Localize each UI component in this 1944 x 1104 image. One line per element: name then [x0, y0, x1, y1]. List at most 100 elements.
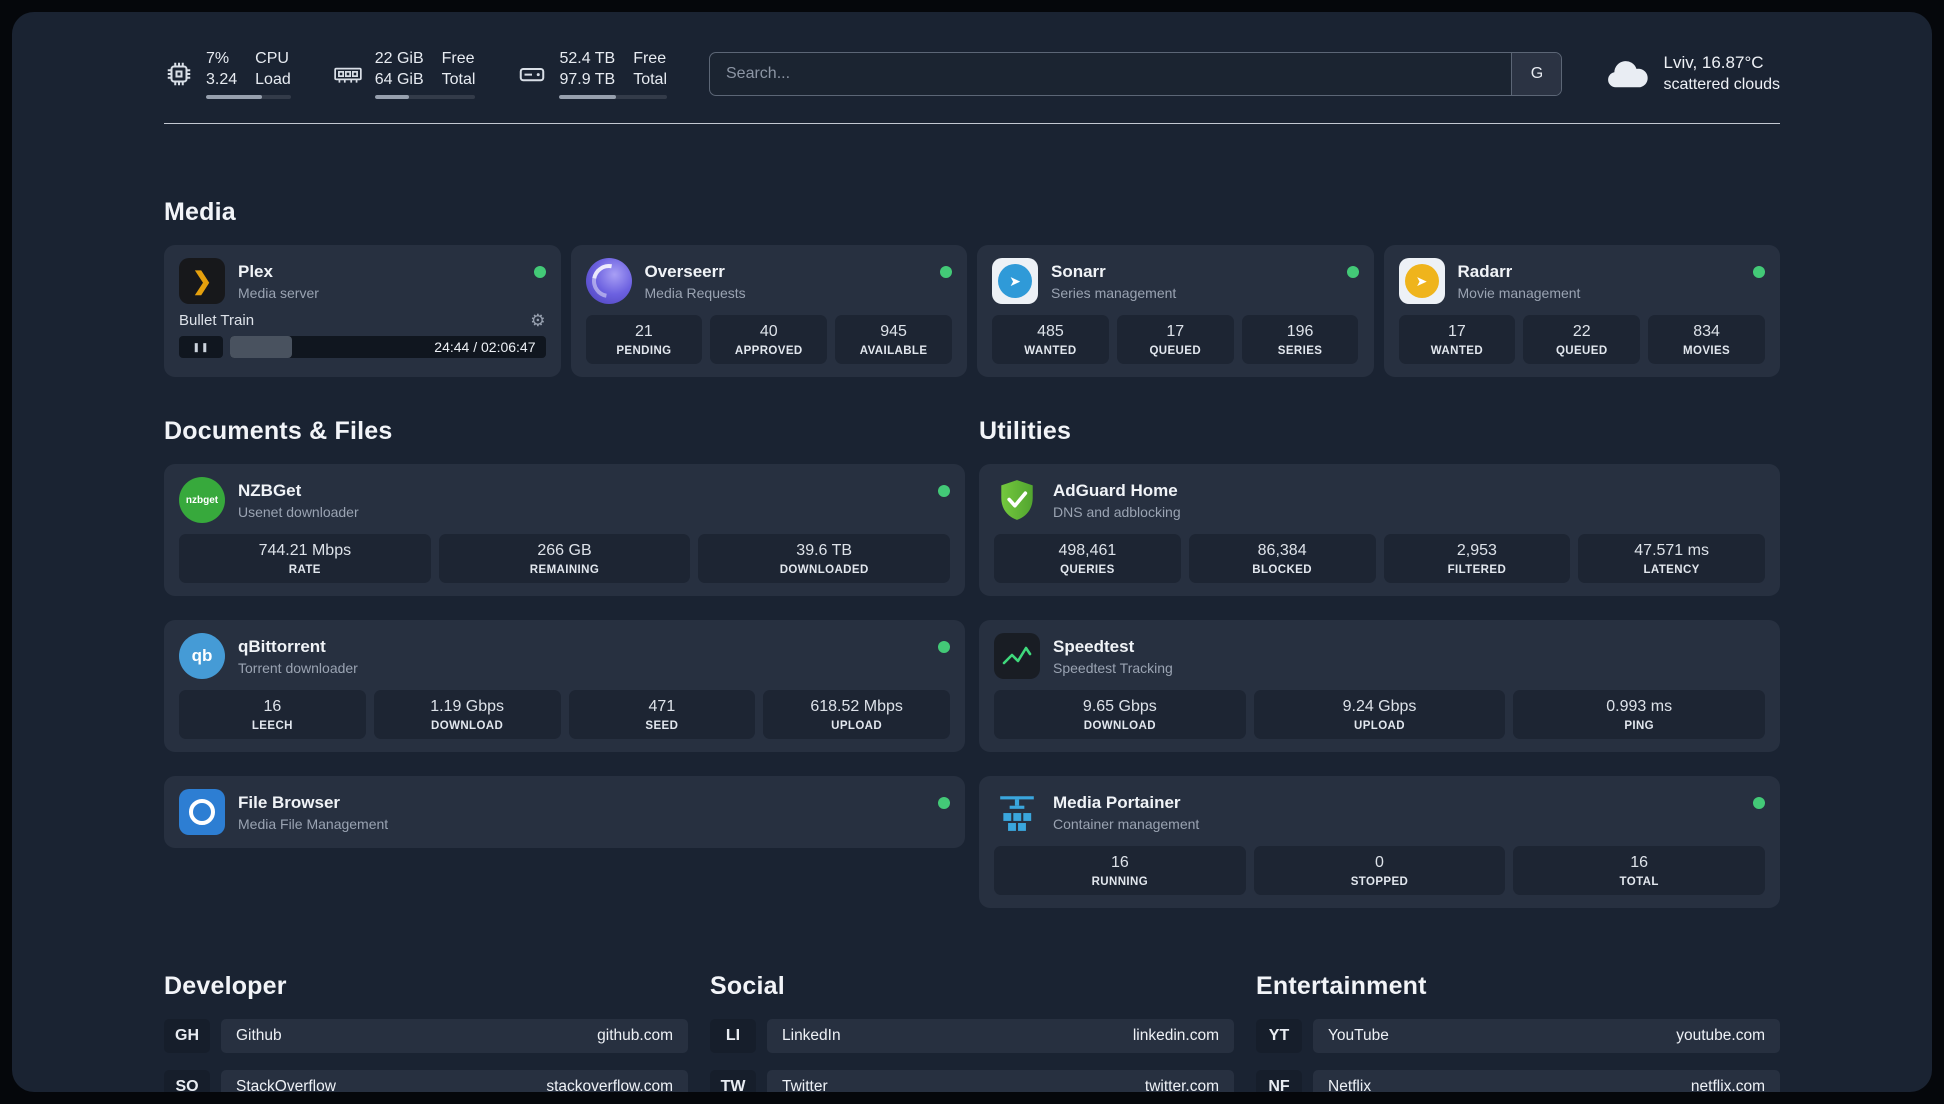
- stats-row: 21 PENDING 40 APPROVED 945 AVAILABLE: [585, 315, 953, 365]
- app-name: Radarr: [1457, 261, 1513, 281]
- disk-metric: 52.4 TB 97.9 TB Free Total: [517, 48, 667, 100]
- stat-label: FILTERED: [1447, 564, 1507, 577]
- stat-label: SERIES: [1277, 345, 1323, 358]
- status-dot: [940, 266, 952, 279]
- app-card-qbittorrent[interactable]: qb qBittorrent Torrent downloader 16 LEE…: [164, 620, 965, 753]
- app-subtitle: Container management: [1053, 815, 1200, 832]
- ram-total-label: Total: [441, 71, 476, 89]
- link-youtube[interactable]: YouTube youtube.com: [1313, 1019, 1780, 1054]
- stats-row: 9.65 Gbps DOWNLOAD 9.24 Gbps UPLOAD 0.99…: [994, 690, 1766, 740]
- ram-metric: 22 GiB 64 GiB Free Total: [333, 48, 476, 100]
- search-engine-button[interactable]: G: [1511, 52, 1562, 95]
- stat-label: RATE: [288, 564, 321, 577]
- status-dot: [938, 641, 950, 654]
- stat-value: 2,953: [1456, 542, 1497, 560]
- app-subtitle: Torrent downloader: [238, 659, 358, 676]
- link-name: LinkedIn: [782, 1027, 841, 1045]
- link-row: SO StackOverflow stackoverflow.com: [164, 1070, 688, 1092]
- link-netflix[interactable]: Netflix netflix.com: [1313, 1070, 1780, 1092]
- stat-value: 9.24 Gbps: [1342, 698, 1417, 716]
- topbar: 7% 3.24 CPU Load 22 GiB 64 GiB Free Tota…: [164, 48, 1780, 100]
- link-row: GH Github github.com: [164, 1019, 688, 1054]
- pause-button[interactable]: ❚❚: [179, 336, 223, 359]
- app-name: Speedtest: [1053, 636, 1135, 656]
- stat-label: TOTAL: [1619, 876, 1659, 889]
- link-twitter[interactable]: Twitter twitter.com: [767, 1070, 1234, 1092]
- app-card-nzbget[interactable]: nzbget NZBGet Usenet downloader 744.21 M…: [164, 464, 965, 597]
- stat-tile: 744.21 Mbps RATE: [179, 534, 431, 584]
- app-name: Plex: [238, 261, 273, 281]
- weather-condition: scattered clouds: [1663, 76, 1780, 94]
- app-subtitle: Series management: [1051, 284, 1177, 301]
- stat-label: DOWNLOAD: [431, 720, 504, 733]
- link-url: stackoverflow.com: [546, 1078, 673, 1092]
- link-url: netflix.com: [1690, 1078, 1765, 1092]
- stat-label: APPROVED: [734, 345, 803, 358]
- link-github[interactable]: Github github.com: [221, 1019, 688, 1054]
- link-abbr-twitter: TW: [710, 1070, 756, 1092]
- link-name: Github: [236, 1027, 282, 1045]
- app-card-sonarr[interactable]: ➤ Sonarr Series management 485 WANTED 17…: [977, 245, 1374, 378]
- stat-value: 485: [1037, 323, 1064, 341]
- weather-widget[interactable]: Lviv, 16.87°C scattered clouds: [1604, 53, 1780, 94]
- link-row: YT YouTube youtube.com: [1256, 1019, 1780, 1054]
- stat-value: 196: [1286, 323, 1314, 341]
- utilities-section-title: Utilities: [979, 417, 1072, 446]
- stat-label: UPLOAD: [1354, 720, 1405, 733]
- app-name: Sonarr: [1051, 261, 1106, 281]
- now-playing-title: Bullet Train: [179, 312, 255, 330]
- link-url: youtube.com: [1676, 1027, 1765, 1045]
- app-card-radarr[interactable]: ➤ Radarr Movie management 17 WANTED 22 Q…: [1383, 245, 1780, 378]
- stats-row: 498,461 QUERIES 86,384 BLOCKED 2,953 FIL…: [994, 534, 1765, 584]
- link-linkedin[interactable]: LinkedIn linkedin.com: [767, 1019, 1234, 1054]
- topbar-divider: [164, 123, 1780, 125]
- stat-value: 86,384: [1257, 542, 1307, 560]
- stat-label: PING: [1624, 720, 1655, 733]
- documents-section-title: Documents & Files: [164, 417, 393, 446]
- cpu-load-value: 3.24: [206, 71, 238, 89]
- app-name: qBittorrent: [238, 636, 326, 656]
- status-dot: [1753, 797, 1765, 810]
- gear-icon[interactable]: ⚙: [530, 312, 545, 329]
- link-row: TW Twitter twitter.com: [710, 1070, 1234, 1092]
- stat-value: 16: [263, 698, 282, 716]
- app-card-media-portainer[interactable]: Media Portainer Container management 16 …: [979, 776, 1780, 909]
- stat-label: WANTED: [1430, 345, 1484, 358]
- stat-label: RUNNING: [1091, 876, 1149, 889]
- search-bar: G: [709, 51, 1563, 96]
- nzbget-icon: nzbget: [179, 477, 225, 524]
- stat-tile: 86,384 BLOCKED: [1188, 534, 1376, 584]
- cpu-metric: 7% 3.24 CPU Load: [164, 48, 291, 100]
- app-name: Overseerr: [644, 261, 725, 281]
- stat-value: 834: [1693, 323, 1720, 341]
- app-subtitle: Media File Management: [238, 815, 389, 832]
- stat-value: 40: [759, 323, 778, 341]
- search-input[interactable]: [709, 51, 1563, 96]
- stat-label: AVAILABLE: [859, 345, 928, 358]
- status-dot: [1753, 266, 1765, 279]
- app-card-overseerr[interactable]: Overseerr Media Requests 21 PENDING 40 A…: [570, 245, 967, 378]
- app-subtitle: Media server: [238, 284, 319, 301]
- link-url: linkedin.com: [1132, 1027, 1219, 1045]
- link-abbr-netflix: NF: [1256, 1070, 1302, 1092]
- stat-label: SEED: [645, 720, 679, 733]
- stat-value: 22: [1572, 323, 1591, 341]
- stat-tile: 2,953 FILTERED: [1383, 534, 1571, 584]
- app-card-speedtest[interactable]: Speedtest Speedtest Tracking 9.65 Gbps D…: [979, 620, 1780, 753]
- stat-value: 0: [1375, 854, 1384, 872]
- disk-free-value: 52.4 TB: [559, 50, 616, 67]
- stat-value: 471: [648, 698, 676, 716]
- dashboard-page: 7% 3.24 CPU Load 22 GiB 64 GiB Free Tota…: [12, 12, 1932, 1092]
- stat-label: MOVIES: [1683, 345, 1731, 358]
- stat-tile: 618.52 Mbps UPLOAD: [763, 690, 950, 740]
- app-name: File Browser: [238, 792, 341, 812]
- app-card-plex[interactable]: ❯ Plex Media server Bullet Train ⚙ ❚❚ 24…: [164, 245, 561, 378]
- portainer-icon: [994, 789, 1040, 835]
- stat-label: LATENCY: [1643, 564, 1700, 577]
- stat-label: UPLOAD: [831, 720, 883, 733]
- playback-progress-bar[interactable]: 24:44 / 02:06:47: [230, 336, 546, 359]
- app-card-filebrowser[interactable]: File Browser Media File Management: [164, 776, 965, 849]
- link-stackoverflow[interactable]: StackOverflow stackoverflow.com: [221, 1070, 688, 1092]
- app-card-adguard-home[interactable]: AdGuard Home DNS and adblocking 498,461 …: [979, 464, 1780, 597]
- stat-label: REMAINING: [529, 564, 600, 577]
